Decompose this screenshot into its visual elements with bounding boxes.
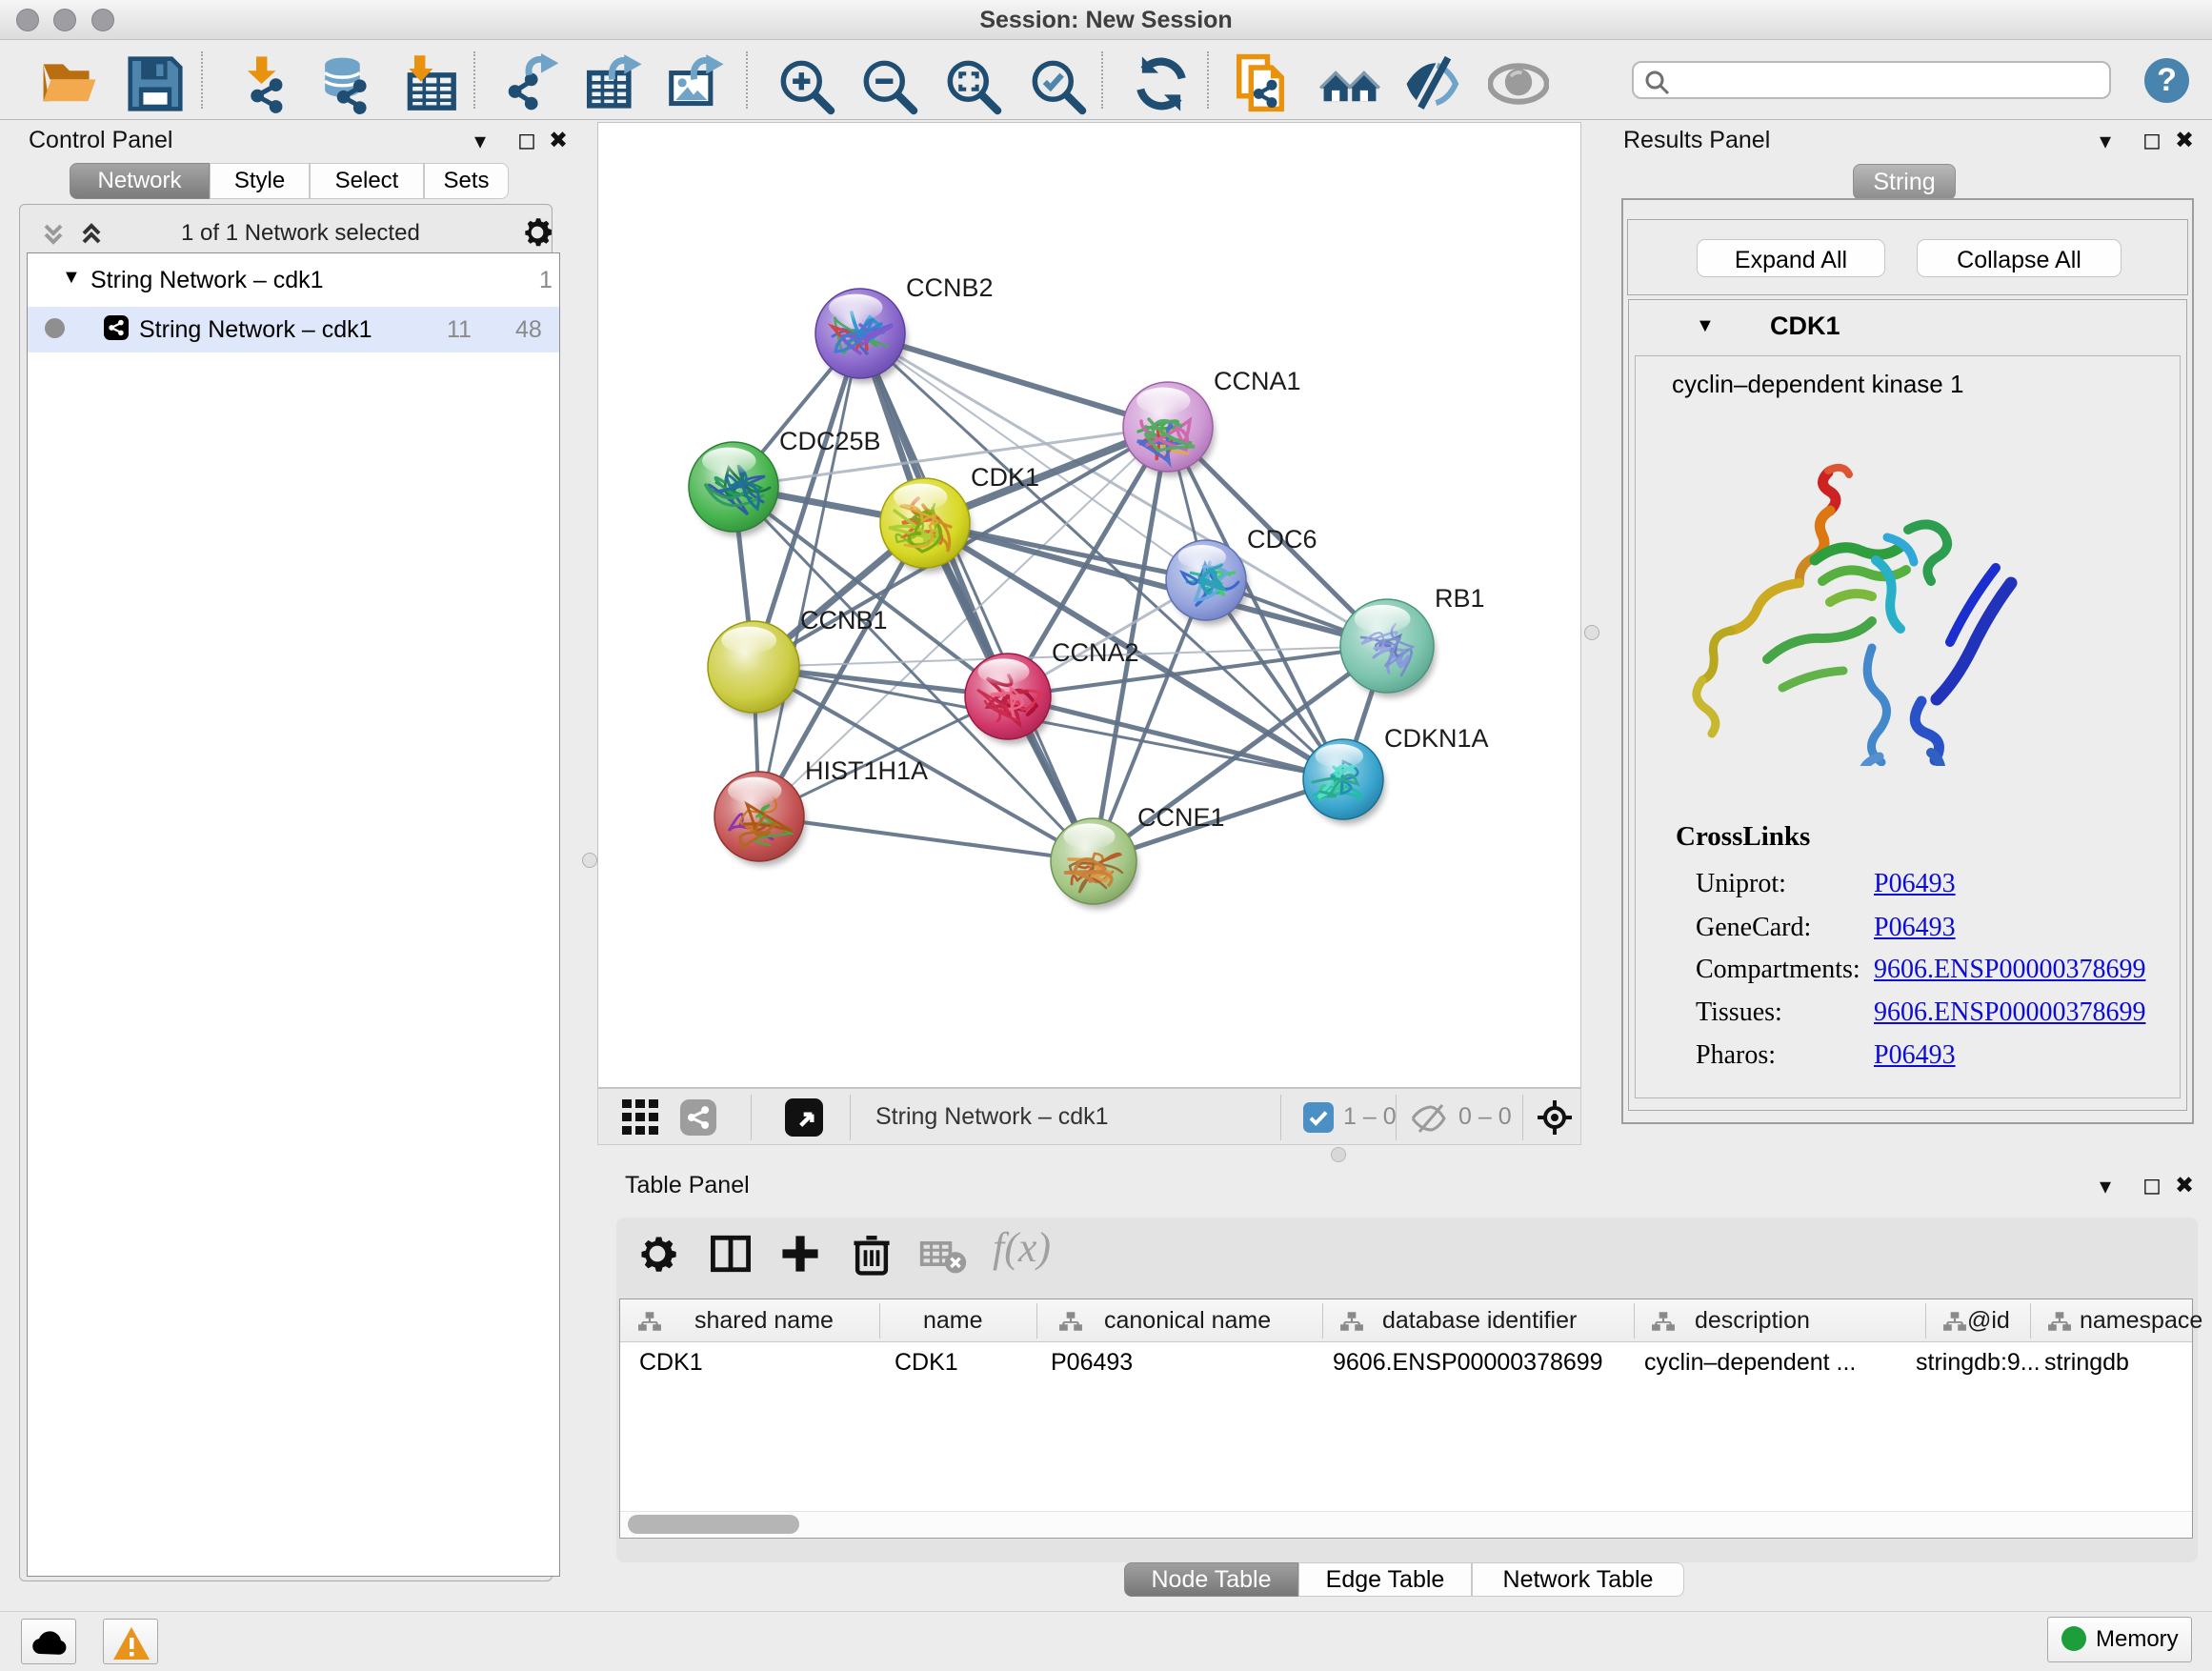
svg-text:CDK1: CDK1	[971, 463, 1039, 492]
svg-text:CCNB1: CCNB1	[800, 606, 888, 634]
svg-text:CCNB2: CCNB2	[906, 273, 994, 302]
svg-text:RB1: RB1	[1435, 584, 1485, 613]
svg-text:HIST1H1A: HIST1H1A	[805, 756, 928, 785]
svg-text:CDKN1A: CDKN1A	[1384, 724, 1489, 753]
svg-text:CDC6: CDC6	[1247, 525, 1317, 554]
svg-text:CCNA2: CCNA2	[1052, 638, 1139, 667]
svg-text:CCNE1: CCNE1	[1137, 803, 1225, 832]
svg-text:CCNA1: CCNA1	[1214, 367, 1301, 395]
svg-text:CDC25B: CDC25B	[779, 427, 881, 455]
